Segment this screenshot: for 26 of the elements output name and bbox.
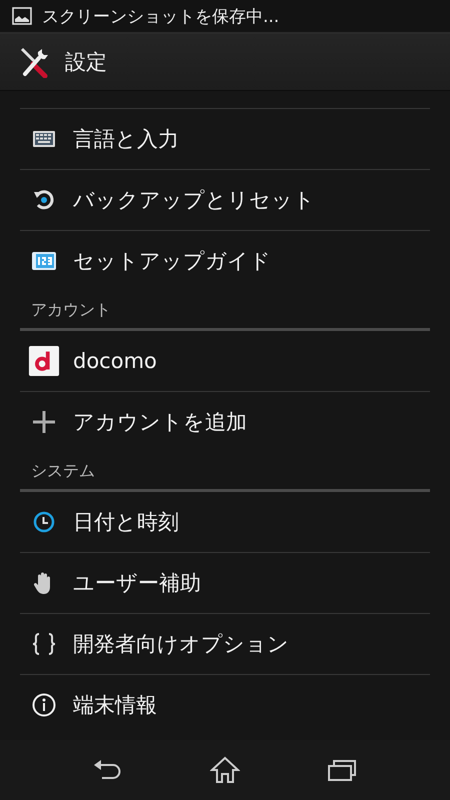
clock-icon [33, 511, 55, 533]
settings-item[interactable]: 開発者向けオプション [0, 614, 450, 674]
settings-item[interactable]: ユーザー補助 [0, 553, 450, 613]
restore-icon [32, 188, 56, 212]
plus-icon [32, 410, 56, 434]
tools-icon[interactable] [19, 46, 51, 78]
settings-item[interactable]: 端末情報 [0, 675, 450, 735]
section-header: アカウント [30, 299, 112, 321]
settings-item[interactable]: 日付と時刻 [0, 492, 450, 552]
docomo-logo-icon [28, 344, 60, 378]
back-icon[interactable] [93, 759, 124, 781]
braces-icon [31, 633, 57, 655]
settings-item[interactable]: 言語と入力 [0, 109, 450, 169]
keyboard-icon [32, 130, 56, 148]
screen-title: 設定 [65, 49, 107, 76]
settings-item[interactable]: アカウントを追加 [0, 392, 450, 452]
guide-book-icon [31, 250, 57, 272]
notification-text: スクリーンショットを保存中... [42, 6, 280, 28]
settings-item[interactable]: セットアップガイド [0, 231, 450, 291]
recent-apps-icon[interactable] [326, 758, 357, 782]
settings-item[interactable]: docomo [0, 331, 450, 391]
info-icon [32, 693, 56, 717]
home-icon[interactable] [210, 756, 240, 784]
picture-icon [12, 7, 32, 25]
section-header: システム [30, 460, 96, 482]
settings-item[interactable]: バックアップとリセット [0, 170, 450, 230]
